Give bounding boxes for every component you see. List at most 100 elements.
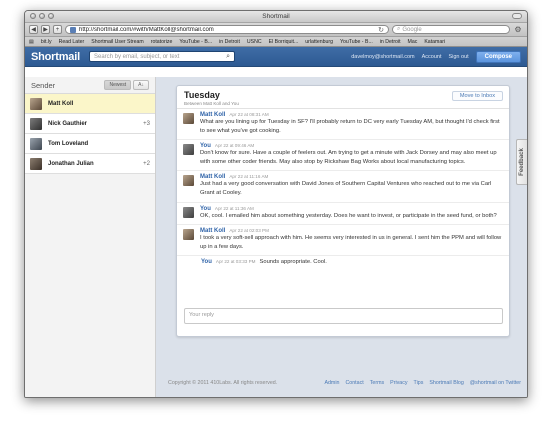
contact-name: Jonathan Julian: [48, 160, 94, 167]
title-bar: Shortmail: [25, 11, 527, 23]
bookmarks-book-icon[interactable]: ▤: [29, 39, 34, 45]
avatar: [30, 137, 42, 150]
browser-window: Shortmail ◀ ▶ + http://shortmail.com/#wi…: [24, 10, 528, 398]
browser-search-field[interactable]: ⌕ Google: [392, 25, 510, 34]
bookmark-item[interactable]: in Detroit: [219, 39, 240, 45]
footer-link-privacy[interactable]: Privacy: [390, 380, 407, 386]
footer-link-terms[interactable]: Terms: [370, 380, 384, 386]
sender-sidebar: Sender Newest A↓ Matt Koll Nick Gauthier…: [25, 77, 156, 397]
back-arrow-icon[interactable]: ◀: [29, 25, 38, 34]
conversation-card: Tuesday Between Matt Koll and You Move t…: [176, 85, 510, 337]
sign-out-link[interactable]: Sign out: [448, 54, 468, 60]
message-sender[interactable]: You: [201, 259, 212, 265]
url-text: http://shortmail.com/#with/MattKoll@shor…: [79, 26, 214, 33]
conversation-header: Tuesday Between Matt Koll and You Move t…: [177, 86, 509, 109]
feedback-label: Feedback: [519, 148, 525, 176]
user-email: davelmoy@shortmail.com: [351, 53, 415, 60]
sort-alpha-button[interactable]: A↓: [133, 80, 149, 90]
address-bar[interactable]: http://shortmail.com/#with/MattKoll@shor…: [65, 25, 389, 34]
message-text: What are you lining up for Tuesday in SF…: [200, 119, 500, 134]
contact-name: Matt Koll: [48, 100, 74, 107]
bookmark-item[interactable]: YouTube - B...: [179, 39, 212, 45]
avatar: [183, 175, 194, 187]
footer-link-tips[interactable]: Tips: [414, 380, 424, 386]
search-icon: ⌕: [397, 26, 401, 32]
message-item-collapsed[interactable]: You Apr 22 at 03:33 PM Sounds appropriat…: [177, 256, 509, 270]
conversation-participants: Between Matt Koll and You: [184, 101, 239, 106]
contact-count: +3: [143, 120, 150, 127]
bookmark-item[interactable]: Read Later: [59, 39, 85, 45]
footer-link-twitter[interactable]: @shortmail on Twitter: [470, 380, 521, 386]
message-item: Matt Koll Apr 22 at 11:16 AM Just had a v…: [177, 171, 509, 203]
message-text: Just had a very good conversation with D…: [200, 181, 492, 196]
bookmarks-bar: ▤ bit.ly Read Later Shortmail User Strea…: [25, 37, 527, 47]
message-item: Matt Koll Apr 22 at 08:31 AM What are you…: [177, 109, 509, 141]
feedback-tab[interactable]: Feedback: [516, 139, 527, 185]
bookmark-item[interactable]: bit.ly: [41, 39, 52, 45]
app-header: Shortmail Search by email, subject, or t…: [25, 47, 527, 67]
message-text: Sounds appropriate. Cool.: [259, 259, 327, 266]
window-title: Shortmail: [262, 13, 290, 20]
sort-newest-button[interactable]: Newest: [104, 80, 132, 90]
bookmark-item[interactable]: urlattenburg: [305, 39, 333, 45]
message-time: Apr 22 at 09:46 AM: [214, 143, 255, 149]
app-logo[interactable]: Shortmail: [31, 51, 89, 63]
account-link[interactable]: Account: [422, 54, 442, 60]
browser-search-placeholder: Google: [402, 26, 422, 33]
sidebar-item-jonathan-julian[interactable]: Jonathan Julian +2: [25, 154, 155, 174]
footer-link-blog[interactable]: Shortmail Blog: [429, 380, 463, 386]
gear-icon[interactable]: ⚙: [513, 25, 523, 35]
avatar: [183, 229, 194, 241]
avatar: [183, 144, 194, 156]
bookmark-item[interactable]: in Detroit: [380, 39, 401, 45]
footer-link-admin[interactable]: Admin: [324, 380, 339, 386]
bookmark-item[interactable]: YouTube - B...: [340, 39, 373, 45]
add-bookmark-icon[interactable]: +: [53, 25, 62, 34]
message-text: I took a very soft-sell approach with hi…: [200, 235, 502, 250]
mail-search-placeholder: Search by email, subject, or text: [94, 53, 180, 60]
contact-name: Nick Gauthier: [48, 120, 88, 127]
message-time: Apr 22 at 03:33 PM: [215, 259, 256, 265]
message-text: OK, cool. I emailed him about something …: [200, 212, 497, 219]
reply-placeholder: Your reply: [189, 312, 214, 318]
bookmark-item[interactable]: USNC: [247, 39, 262, 45]
reload-icon[interactable]: ↻: [378, 26, 384, 34]
footer-link-contact[interactable]: Contact: [345, 380, 363, 386]
bookmark-item[interactable]: rotatorize: [151, 39, 173, 45]
sidebar-header: Sender Newest A↓: [25, 77, 155, 94]
toolbar-toggle-button[interactable]: [512, 13, 522, 19]
avatar: [183, 113, 194, 124]
favicon-icon: [70, 26, 76, 33]
reply-textarea[interactable]: Your reply: [184, 308, 503, 324]
search-icon[interactable]: ⌕: [226, 53, 230, 61]
bookmark-item[interactable]: Shortmail User Stream: [91, 39, 143, 45]
avatar: [30, 157, 42, 170]
message-time: Apr 22 at 08:31 AM: [229, 112, 269, 117]
mail-search-input[interactable]: Search by email, subject, or text ⌕: [89, 51, 235, 62]
sidebar-item-matt-koll[interactable]: Matt Koll: [25, 94, 155, 114]
browser-toolbar: ◀ ▶ + http://shortmail.com/#with/MattKol…: [25, 23, 527, 37]
message-time: Apr 22 at 11:16 AM: [229, 174, 269, 180]
message-time: Apr 22 at 11:36 AM: [214, 205, 254, 211]
bookmark-item[interactable]: Katamari: [424, 39, 445, 45]
message-time: Apr 22 at 02:03 PM: [229, 228, 269, 234]
bookmark-item[interactable]: Mac: [408, 39, 418, 45]
footer-links: Admin Contact Terms Privacy Tips Shortma…: [324, 380, 521, 386]
sidebar-item-nick-gauthier[interactable]: Nick Gauthier +3: [25, 114, 155, 134]
sort-controls: Newest A↓: [104, 80, 149, 90]
message-text: Don't know for sure. Have a couple of fe…: [200, 150, 497, 165]
message-item: You Apr 22 at 11:36 AM OK, cool. I emaile…: [177, 203, 509, 226]
bookmark-item[interactable]: El Borriquit...: [269, 39, 299, 45]
main-area: Sender Newest A↓ Matt Koll Nick Gauthier…: [25, 77, 527, 397]
avatar: [30, 97, 42, 110]
message-sender[interactable]: You: [200, 206, 211, 212]
forward-arrow-icon[interactable]: ▶: [41, 25, 50, 34]
header-links: davelmoy@shortmail.com Account Sign out …: [351, 50, 521, 63]
copyright-text: Copyright © 2011 410Labs. All rights res…: [168, 380, 278, 386]
message-item: You Apr 22 at 09:46 AM Don't know for sur…: [177, 140, 509, 172]
message-item: Matt Koll Apr 22 at 02:03 PM I took a ver…: [177, 225, 509, 257]
sidebar-item-tom-loveland[interactable]: Tom Loveland: [25, 134, 155, 154]
contact-name: Tom Loveland: [48, 140, 89, 147]
move-to-inbox-button[interactable]: Move to Inbox: [451, 91, 503, 101]
compose-button[interactable]: Compose: [475, 50, 521, 63]
